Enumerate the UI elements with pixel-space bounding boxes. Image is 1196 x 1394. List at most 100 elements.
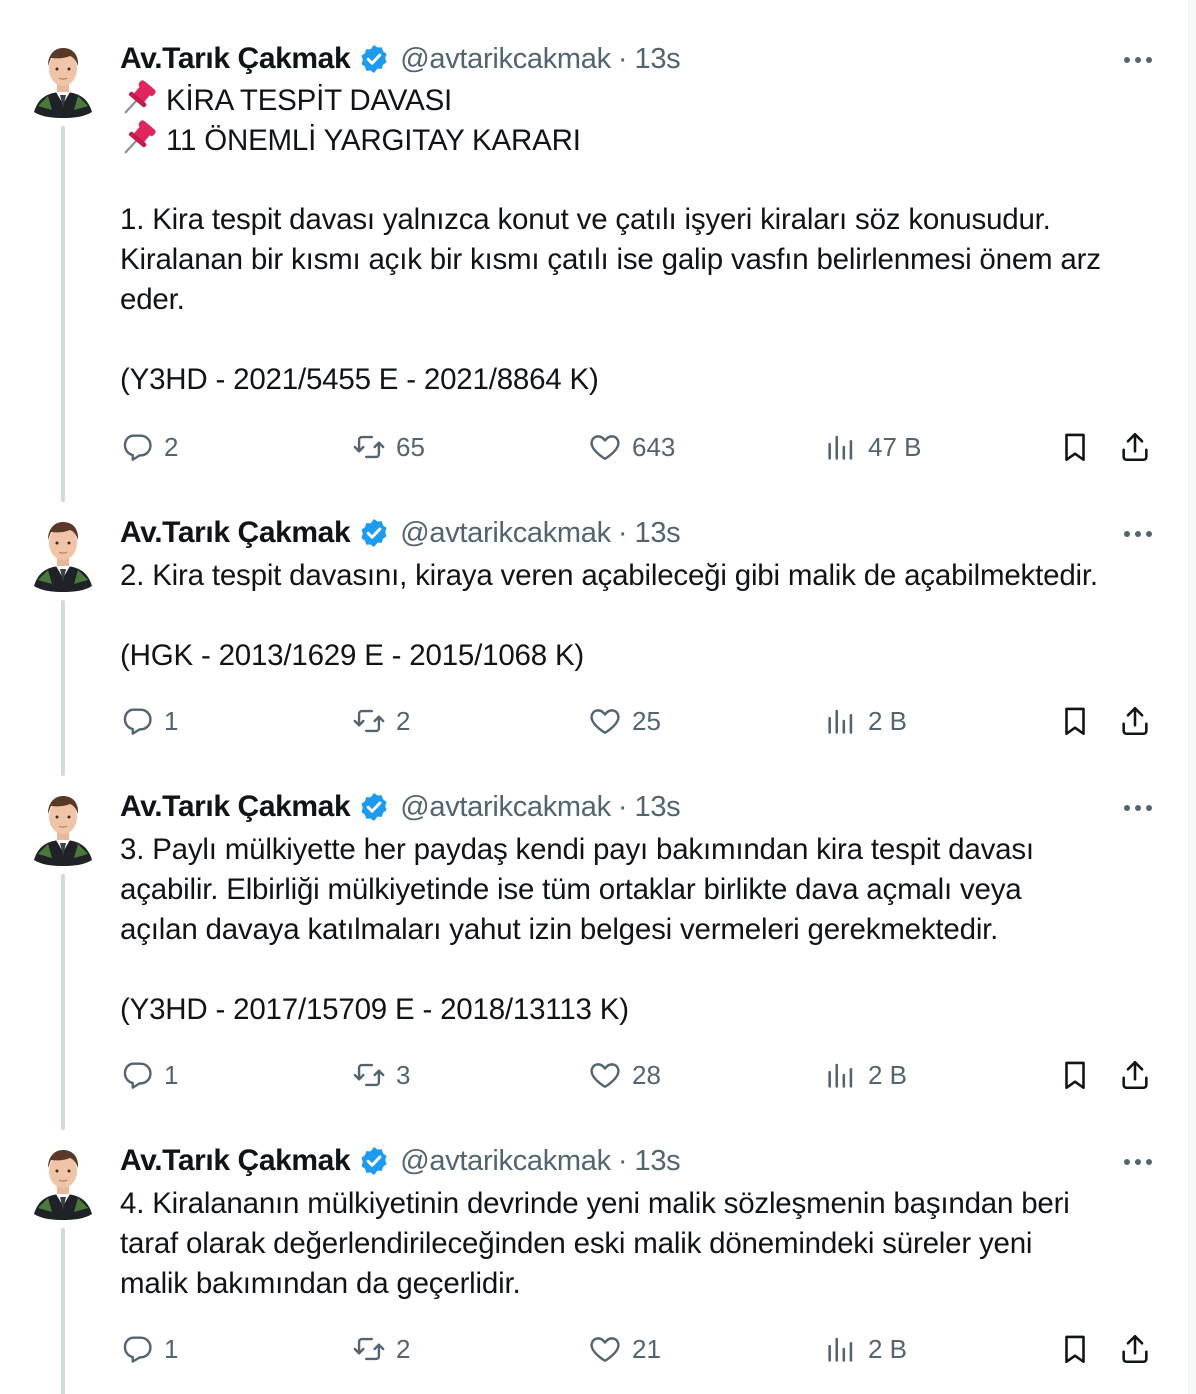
tweet-timestamp[interactable]: 13s: [635, 1145, 681, 1178]
tweet-3[interactable]: Av.Tarık Çakmak @avtarikcakmak · 13s 3. …: [0, 788, 1188, 1130]
share-button[interactable]: [1118, 427, 1152, 467]
bookmark-button[interactable]: [1058, 427, 1092, 467]
more-options-icon[interactable]: [1118, 520, 1158, 548]
views-count: 47 B: [868, 431, 922, 462]
verified-badge-icon: [358, 791, 390, 823]
more-options-icon[interactable]: [1118, 1148, 1158, 1176]
tweet-timestamp[interactable]: 13s: [635, 791, 681, 824]
thread-connector-line: [61, 874, 65, 1130]
heart-icon: [588, 704, 622, 738]
bookmark-button[interactable]: [1058, 1329, 1092, 1369]
reply-button[interactable]: 1: [120, 701, 178, 741]
heart-icon: [588, 430, 622, 464]
like-button[interactable]: 643: [588, 427, 675, 467]
bookmark-button[interactable]: [1058, 1055, 1092, 1095]
share-button[interactable]: [1118, 1055, 1152, 1095]
tweet-timestamp[interactable]: 13s: [635, 517, 681, 550]
author-name[interactable]: Av.Tarık Çakmak: [120, 516, 351, 550]
verified-badge-icon: [358, 43, 390, 75]
share-icon: [1118, 430, 1152, 464]
avatar[interactable]: [30, 1142, 96, 1220]
reply-count: 1: [164, 705, 179, 736]
reply-button[interactable]: 1: [120, 1055, 178, 1095]
tweet-2[interactable]: Av.Tarık Çakmak @avtarikcakmak · 13s 2. …: [0, 514, 1188, 776]
action-bar: 2 65 643 47 B: [120, 427, 1160, 467]
bookmark-icon: [1058, 1058, 1092, 1092]
retweet-button[interactable]: 2: [352, 1329, 410, 1369]
tweet-text-line: açılan davaya katılmaları yahut izin bel…: [120, 913, 999, 946]
reply-icon: [120, 704, 154, 738]
views-chart-icon: [824, 1332, 858, 1366]
like-button[interactable]: 28: [588, 1055, 661, 1095]
tweet-heading-line: KİRA TESPİT DAVASI: [120, 80, 1170, 120]
tweet-header: Av.Tarık Çakmak @avtarikcakmak · 13s: [120, 514, 681, 552]
like-count: 25: [632, 705, 661, 736]
author-name[interactable]: Av.Tarık Çakmak: [120, 1144, 351, 1178]
bookmark-icon: [1058, 1332, 1092, 1366]
retweet-button[interactable]: 65: [352, 427, 425, 467]
retweet-button[interactable]: 3: [352, 1055, 410, 1095]
views-chart-icon: [824, 704, 858, 738]
tweet-text-line: 2. Kira tespit davasını, kiraya veren aç…: [120, 559, 1098, 592]
heart-icon: [588, 1058, 622, 1092]
header-separator: ·: [617, 1144, 628, 1177]
share-icon: [1118, 704, 1152, 738]
views-button[interactable]: 2 B: [824, 1329, 907, 1369]
verified-badge-icon: [358, 517, 390, 549]
tweet-1[interactable]: Av.Tarık Çakmak @avtarikcakmak · 13s KİR…: [0, 40, 1188, 502]
tweet-4[interactable]: Av.Tarık Çakmak @avtarikcakmak · 13s 4. …: [0, 1142, 1188, 1394]
author-handle[interactable]: @avtarikcakmak: [400, 43, 611, 76]
action-bar: 1 2 21 2 B: [120, 1329, 1160, 1369]
share-button[interactable]: [1118, 1329, 1152, 1369]
like-count: 643: [632, 431, 676, 462]
retweet-icon: [352, 1058, 386, 1092]
tweet-timestamp[interactable]: 13s: [635, 43, 681, 76]
tweet-text-line: malik bakımından da geçerlidir.: [120, 1267, 521, 1300]
avatar[interactable]: [30, 788, 96, 866]
tweet-text: 2. Kira tespit davasını, kiraya veren aç…: [120, 556, 1170, 676]
views-button[interactable]: 47 B: [824, 427, 922, 467]
author-name[interactable]: Av.Tarık Çakmak: [120, 42, 351, 76]
author-handle[interactable]: @avtarikcakmak: [400, 1145, 611, 1178]
header-separator: ·: [617, 790, 628, 823]
tweet-text-line: 3. Paylı mülkiyette her paydaş kendi pay…: [120, 833, 1034, 866]
heart-icon: [588, 1332, 622, 1366]
header-separator: ·: [617, 42, 628, 75]
views-chart-icon: [824, 1058, 858, 1092]
tweet-header: Av.Tarık Çakmak @avtarikcakmak · 13s: [120, 788, 681, 826]
avatar[interactable]: [30, 514, 96, 592]
more-options-icon[interactable]: [1118, 46, 1158, 74]
reply-button[interactable]: 2: [120, 427, 178, 467]
bookmark-button[interactable]: [1058, 701, 1092, 741]
retweet-icon: [352, 430, 386, 464]
views-button[interactable]: 2 B: [824, 701, 907, 741]
pushpin-icon: [120, 80, 158, 116]
views-button[interactable]: 2 B: [824, 1055, 907, 1095]
tweet-reference-line: (Y3HD - 2021/5455 E - 2021/8864 K): [120, 363, 599, 396]
views-count: 2 B: [868, 705, 908, 736]
share-icon: [1118, 1058, 1152, 1092]
tweet-text-line: Kiralanan bir kısmı açık bir kısmı çatıl…: [120, 243, 1101, 276]
avatar[interactable]: [30, 40, 96, 118]
reply-button[interactable]: 1: [120, 1329, 178, 1369]
tweet-text: KİRA TESPİT DAVASI 11 ÖNEMLİ YARGITAY KA…: [120, 80, 1170, 400]
like-button[interactable]: 21: [588, 1329, 661, 1369]
bookmark-icon: [1058, 704, 1092, 738]
reply-count: 1: [164, 1333, 179, 1364]
retweet-button[interactable]: 2: [352, 701, 410, 741]
views-count: 2 B: [868, 1333, 908, 1364]
reply-icon: [120, 1332, 154, 1366]
author-handle[interactable]: @avtarikcakmak: [400, 517, 611, 550]
reply-icon: [120, 1058, 154, 1092]
more-options-icon[interactable]: [1118, 794, 1158, 822]
like-button[interactable]: 25: [588, 701, 661, 741]
author-name[interactable]: Av.Tarık Çakmak: [120, 790, 351, 824]
share-button[interactable]: [1118, 701, 1152, 741]
tweet-text-line: taraf olarak değerlendirileceğinden eski…: [120, 1227, 1033, 1260]
views-chart-icon: [824, 430, 858, 464]
page-scrollbar[interactable]: [1188, 0, 1196, 1394]
tweet-text: 3. Paylı mülkiyette her paydaş kendi pay…: [120, 830, 1170, 1030]
tweet-text: 4. Kiralananın mülkiyetinin devrinde yen…: [120, 1184, 1170, 1304]
author-handle[interactable]: @avtarikcakmak: [400, 791, 611, 824]
thread-connector-line: [61, 126, 65, 502]
